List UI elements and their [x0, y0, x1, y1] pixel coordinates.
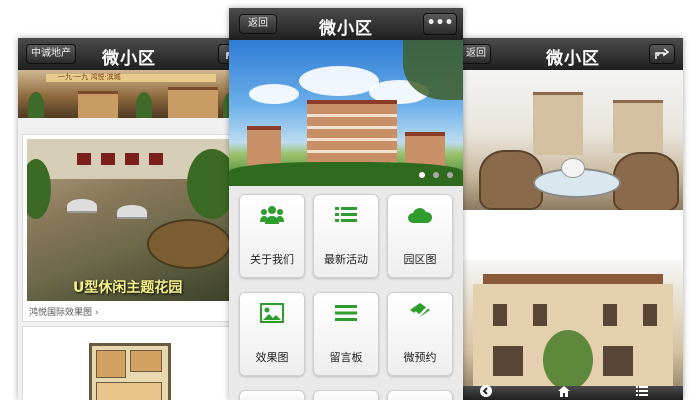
villa-photo[interactable]: [463, 260, 683, 388]
hero-carousel[interactable]: [229, 40, 463, 186]
menu-reservation[interactable]: 微预约: [387, 292, 453, 376]
carousel-indicator[interactable]: [416, 163, 453, 182]
patio-table: [147, 219, 231, 269]
center-phone-screen: 返回 微小区 ••• 关于我们 最新活动 园区图 效果图 留言板 微预约: [229, 8, 463, 400]
right-header: 返回 微小区: [463, 38, 683, 71]
gallery-card[interactable]: U型休闲主题花园 鸿悦国际效果图 › (: [22, 134, 240, 322]
tree: [543, 330, 593, 388]
menu-label: 留言板: [329, 351, 363, 364]
window: [125, 153, 139, 165]
window: [77, 153, 91, 165]
check-icon: [388, 303, 452, 327]
floor-plan-image: [89, 343, 171, 400]
group-icon: [240, 205, 304, 229]
carousel-dot[interactable]: [447, 172, 453, 178]
carousel-dot[interactable]: [432, 172, 439, 178]
banner-building: [78, 91, 118, 118]
wicker-chair: [613, 152, 679, 210]
carousel-dot-active[interactable]: [418, 172, 425, 178]
menu-renderings[interactable]: 效果图: [239, 292, 305, 376]
cloud-icon: [388, 205, 452, 229]
card-caption[interactable]: 鸿悦国际效果图 ›: [29, 305, 98, 318]
window: [493, 304, 507, 326]
menu-latest-events[interactable]: 最新活动: [313, 194, 379, 278]
terrace-photo[interactable]: [463, 70, 683, 210]
plant: [187, 149, 233, 219]
menu-tile-partial[interactable]: [313, 390, 379, 400]
window: [533, 304, 547, 326]
floor-stripe: [307, 150, 397, 153]
home-icon[interactable]: [557, 385, 571, 399]
bottom-nav: [463, 385, 683, 400]
promo-banner[interactable]: 一九·一九 鸿悦·滨城: [18, 70, 240, 118]
list-icon[interactable]: [635, 385, 649, 399]
menu-icon: [314, 303, 378, 327]
window: [149, 153, 163, 165]
menu-label: 园区图: [403, 253, 437, 266]
share-icon[interactable]: [649, 44, 675, 64]
window: [493, 346, 523, 376]
menu-label: 微预约: [403, 351, 437, 364]
window: [603, 346, 633, 376]
more-button[interactable]: •••: [423, 13, 457, 35]
photo-overlay-caption: U型休闲主题花园: [73, 280, 183, 296]
banner-tree: [28, 92, 44, 118]
menu-tile-partial[interactable]: [387, 390, 453, 400]
floor-stripe: [307, 138, 397, 141]
room: [96, 350, 126, 378]
floor-stripe: [307, 126, 397, 129]
garden-photo: U型休闲主题花园: [27, 139, 233, 301]
menu-message-board[interactable]: 留言板: [313, 292, 379, 376]
window: [603, 304, 617, 326]
tower-building: [613, 100, 663, 153]
image-icon: [240, 303, 304, 327]
window: [643, 304, 657, 326]
floor-stripe: [307, 114, 397, 117]
menu-tile-partial[interactable]: [239, 390, 305, 400]
floor-plan-card[interactable]: [22, 326, 238, 400]
left-phone-screen: 中诚地产 微小区 一九·一九 鸿悦·滨城 U型休闲主题花园 鸿悦国际效果图 ›: [18, 38, 240, 400]
umbrella: [67, 199, 97, 213]
cloud: [299, 66, 379, 96]
list-icon: [314, 205, 378, 229]
left-title: 微小区: [102, 49, 156, 69]
back-icon[interactable]: [479, 385, 493, 399]
banner-slogan: 一九·一九 鸿悦·滨城: [58, 73, 121, 81]
right-phone-screen: 返回 微小区: [463, 38, 683, 400]
banner-building: [168, 87, 218, 118]
window: [101, 153, 115, 165]
room: [130, 350, 162, 372]
teapot: [561, 158, 585, 178]
cloud: [249, 84, 299, 104]
left-header: 中诚地产 微小区: [18, 38, 240, 71]
roof: [483, 274, 663, 284]
umbrella: [117, 205, 147, 219]
menu-park-map[interactable]: 园区图: [387, 194, 453, 278]
room: [96, 382, 162, 400]
banner-tree: [136, 92, 152, 118]
tower-building: [533, 92, 583, 155]
menu-label: 关于我们: [250, 253, 294, 266]
center-header: 返回 微小区 •••: [229, 8, 463, 41]
menu-about-us[interactable]: 关于我们: [239, 194, 305, 278]
menu-label: 效果图: [255, 351, 289, 364]
menu-label: 最新活动: [324, 253, 368, 266]
